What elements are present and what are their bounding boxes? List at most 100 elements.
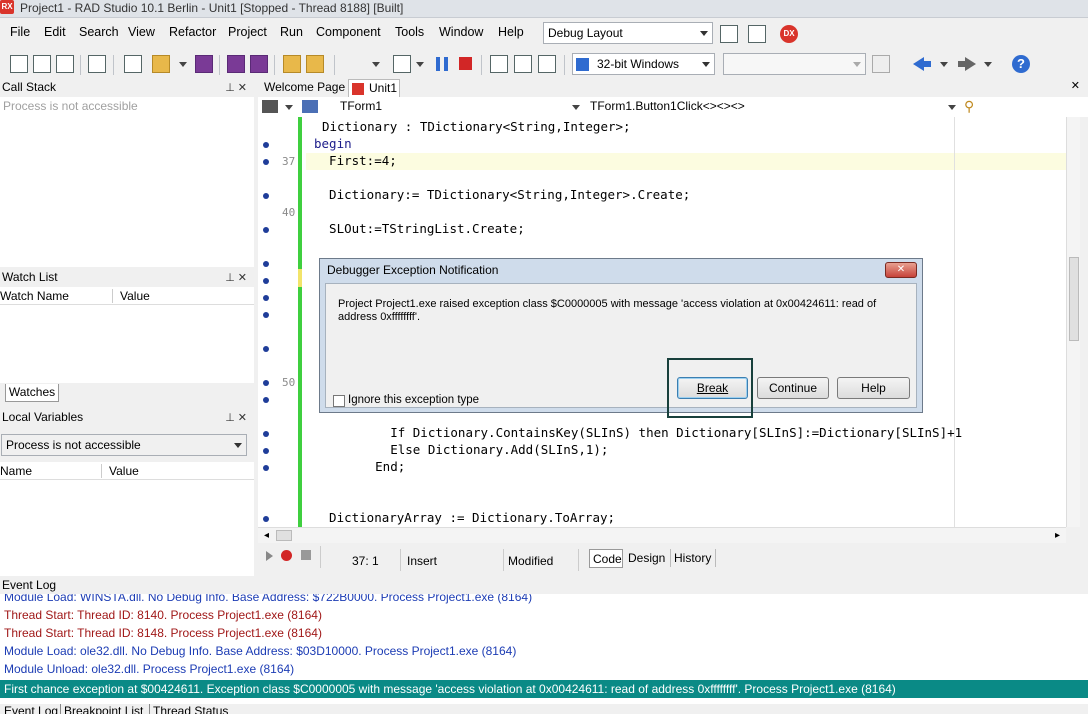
run-without-debug-icon[interactable] (393, 55, 411, 73)
horizontal-scrollbar[interactable]: ◂ ▸ (258, 527, 1066, 543)
event-log-line[interactable]: Module Load: WINSTA.dll. No Debug Info. … (4, 594, 532, 604)
breakpoint-dot[interactable] (263, 193, 269, 199)
breakpoint-dot[interactable] (263, 261, 269, 267)
save-layout-icon[interactable] (720, 25, 738, 43)
config-combo[interactable] (723, 53, 866, 75)
trace-into-icon[interactable] (514, 55, 532, 73)
chevron-down-icon[interactable] (372, 62, 380, 67)
pause-icon[interactable] (436, 57, 448, 71)
break-button[interactable]: Break (677, 377, 748, 399)
chevron-down-icon[interactable] (572, 105, 580, 110)
play-macro-icon[interactable] (266, 551, 273, 561)
activate-icon[interactable] (872, 55, 890, 73)
record-macro-icon[interactable] (281, 550, 292, 561)
set-layout-icon[interactable] (748, 25, 766, 43)
value-column[interactable]: Value (109, 464, 139, 478)
menu-tools[interactable]: Tools (395, 25, 424, 39)
tab-code[interactable]: Code (589, 549, 623, 568)
menu-refactor[interactable]: Refactor (169, 25, 216, 39)
tab-thread-status[interactable]: Thread Status (153, 704, 228, 714)
watch-name-column[interactable]: Watch Name (0, 289, 69, 303)
menu-edit[interactable]: Edit (44, 25, 66, 39)
breakpoint-dot[interactable] (263, 465, 269, 471)
save-all-icon[interactable] (227, 55, 245, 73)
close-tab-icon[interactable]: ✕ (1071, 79, 1080, 92)
breakpoint-dot[interactable] (263, 278, 269, 284)
menu-file[interactable]: File (10, 25, 30, 39)
run-to-cursor-icon[interactable] (538, 55, 556, 73)
menu-component[interactable]: Component (316, 25, 381, 39)
scroll-left-icon[interactable]: ◂ (264, 530, 269, 541)
event-log-line[interactable]: Module Unload: ole32.dll. Process Projec… (4, 662, 294, 676)
ignore-checkbox-label[interactable]: Ignore this exception type (348, 394, 479, 406)
breakpoint-dot[interactable] (263, 448, 269, 454)
breakpoint-dot[interactable] (263, 295, 269, 301)
tab-unit1[interactable]: Unit1 (348, 79, 400, 97)
class-combo-value[interactable]: TForm1 (340, 99, 382, 113)
breakpoint-dot[interactable] (263, 516, 269, 522)
breakpoint-dot[interactable] (263, 312, 269, 318)
event-log-selected-row[interactable]: First chance exception at $00424611. Exc… (0, 680, 1088, 698)
chevron-down-icon[interactable] (984, 62, 992, 67)
stop-icon[interactable] (459, 57, 472, 70)
platform-combo[interactable]: 32-bit Windows (572, 53, 715, 75)
chevron-down-icon[interactable] (416, 62, 424, 67)
menu-view[interactable]: View (128, 25, 155, 39)
structure-icon[interactable] (262, 100, 278, 113)
remove-from-project-icon[interactable] (306, 55, 324, 73)
tab-welcome-page[interactable]: Welcome Page (264, 80, 345, 94)
help-icon[interactable]: ? (1012, 55, 1030, 73)
pin-close-icons[interactable]: ⊥✕ (225, 80, 250, 97)
chevron-down-icon[interactable] (179, 62, 187, 67)
breakpoint-dot[interactable] (263, 397, 269, 403)
layout-combo[interactable]: Debug Layout (543, 22, 713, 44)
new-unit-icon[interactable] (56, 55, 74, 73)
scrollbar-thumb[interactable] (276, 530, 292, 541)
chevron-down-icon[interactable] (285, 105, 293, 110)
ignore-checkbox[interactable] (333, 395, 345, 407)
scroll-right-icon[interactable]: ▸ (1055, 530, 1060, 541)
scrollbar-thumb[interactable] (1069, 257, 1079, 341)
tab-design[interactable]: Design (628, 551, 665, 565)
class-icon[interactable] (302, 100, 318, 113)
breakpoint-dot[interactable] (263, 227, 269, 233)
open-icon[interactable] (152, 55, 170, 73)
help-button[interactable]: Help (837, 377, 910, 399)
breakpoint-dot[interactable] (263, 142, 269, 148)
chevron-down-icon[interactable] (940, 62, 948, 67)
event-log-panel[interactable]: Module Load: WINSTA.dll. No Debug Info. … (0, 594, 1088, 704)
event-log-line[interactable]: Module Load: ole32.dll. No Debug Info. B… (4, 644, 516, 658)
pin-close-icons[interactable]: ⊥✕ (225, 270, 250, 287)
menu-search[interactable]: Search (79, 25, 119, 39)
chevron-down-icon[interactable] (948, 105, 956, 110)
breakpoint-dot[interactable] (263, 346, 269, 352)
vertical-scrollbar[interactable] (1066, 117, 1080, 527)
embarcadero-icon[interactable]: DX (780, 25, 798, 43)
menu-project[interactable]: Project (228, 25, 267, 39)
breakpoint-dot[interactable] (263, 159, 269, 165)
add-to-project-icon[interactable] (283, 55, 301, 73)
menu-window[interactable]: Window (439, 25, 483, 39)
event-log-line[interactable]: Thread Start: Thread ID: 8148. Process P… (4, 626, 322, 640)
new-file-icon[interactable] (10, 55, 28, 73)
back-arrow-icon[interactable] (913, 57, 924, 71)
watch-value-column[interactable]: Value (120, 289, 150, 303)
breakpoint-dot[interactable] (263, 431, 269, 437)
save-icon[interactable] (195, 55, 213, 73)
tab-breakpoint-list[interactable]: Breakpoint List (64, 704, 143, 714)
stop-macro-icon[interactable] (301, 550, 311, 560)
continue-button[interactable]: Continue (757, 377, 829, 399)
tab-watches[interactable]: Watches (5, 384, 59, 402)
breakpoint-dot[interactable] (263, 380, 269, 386)
tab-event-log[interactable]: Event Log (4, 704, 58, 714)
save-project-icon[interactable] (250, 55, 268, 73)
search-icon[interactable]: ⚲ (964, 98, 974, 115)
forward-arrow-icon[interactable] (965, 57, 976, 71)
pin-close-icons[interactable]: ⊥✕ (225, 410, 250, 427)
editor-gutter[interactable]: 37 40 50 (258, 117, 298, 527)
event-log-line[interactable]: Thread Start: Thread ID: 8140. Process P… (4, 608, 322, 622)
view-form-icon[interactable] (88, 55, 106, 73)
new-items-icon[interactable] (124, 55, 142, 73)
new-form-icon[interactable] (33, 55, 51, 73)
step-over-icon[interactable] (490, 55, 508, 73)
